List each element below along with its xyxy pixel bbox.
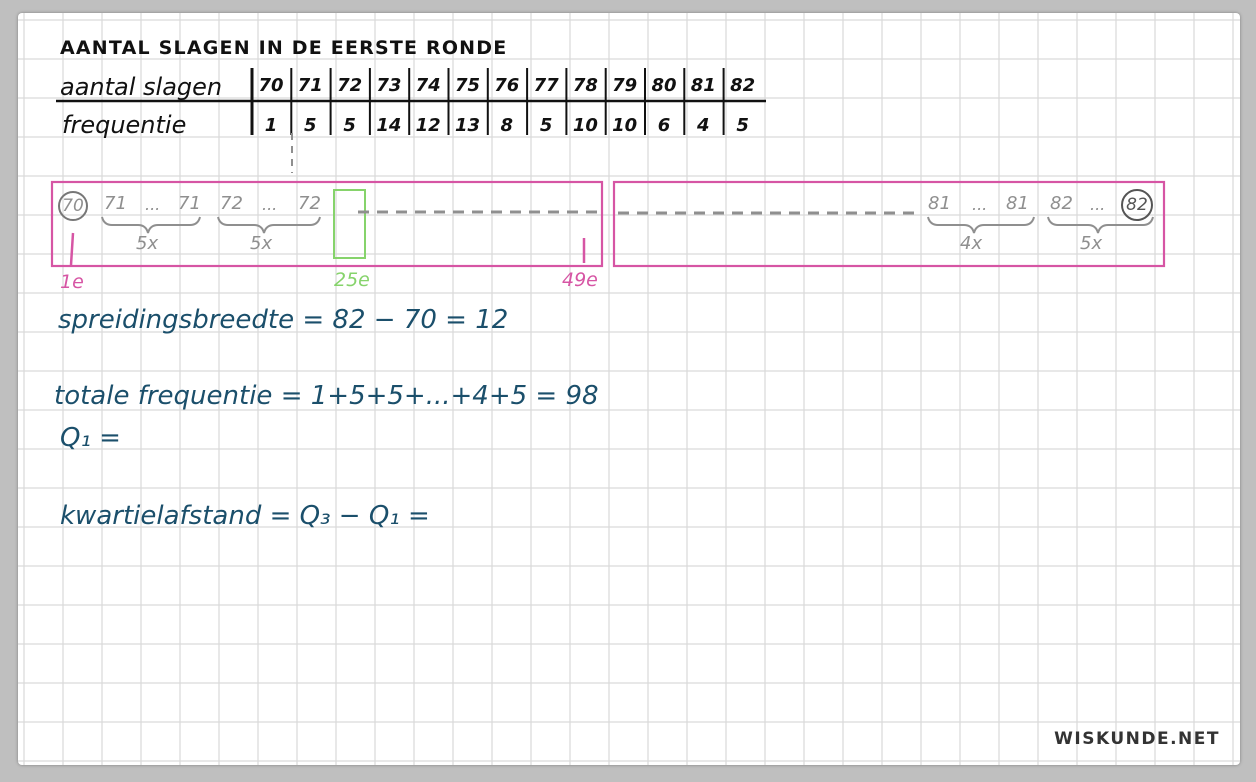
group1-count: 5x [136, 233, 159, 254]
group3-dots: ... [972, 195, 988, 214]
group2-end: 72 [298, 193, 321, 214]
brace-group-2 [217, 216, 321, 234]
group2-dots: ... [262, 195, 278, 214]
group1-end: 71 [178, 193, 201, 214]
equation-q1: Q₁ = [60, 423, 121, 453]
equation-spreidingsbreedte: spreidingsbreedte = 82 − 70 = 12 [58, 305, 509, 335]
diagram-last-value: 82 [1126, 195, 1148, 215]
group4-dots: ... [1090, 195, 1106, 214]
label-first-position: 1e [60, 271, 84, 293]
brand-watermark: WISKUNDE.NET [1054, 729, 1220, 749]
diagram-first-value: 70 [62, 196, 84, 216]
group2-count: 5x [250, 233, 273, 254]
label-position-49: 49e [562, 269, 598, 291]
brace-group-3 [927, 216, 1035, 234]
equation-totale-frequentie: totale frequentie = 1+5+5+...+4+5 = 98 [54, 381, 599, 411]
equation-kwartielafstand: kwartielafstand = Q₃ − Q₁ = [60, 501, 430, 531]
group3-start: 81 [928, 193, 951, 214]
label-position-25: 25e [334, 269, 370, 291]
group4-start: 82 [1050, 193, 1073, 214]
brace-group-1 [101, 216, 201, 234]
first-position-tick [69, 232, 75, 266]
group3-end: 81 [1006, 193, 1029, 214]
group2-start: 72 [220, 193, 243, 214]
median-marker-box [333, 189, 366, 259]
group1-start: 71 [104, 193, 127, 214]
group3-count: 4x [960, 233, 983, 254]
group4-count: 5x [1080, 233, 1103, 254]
group1-dots: ... [145, 195, 161, 214]
whiteboard-sheet: AANTAL SLAGEN IN DE EERSTE RONDE aantal … [18, 13, 1240, 765]
